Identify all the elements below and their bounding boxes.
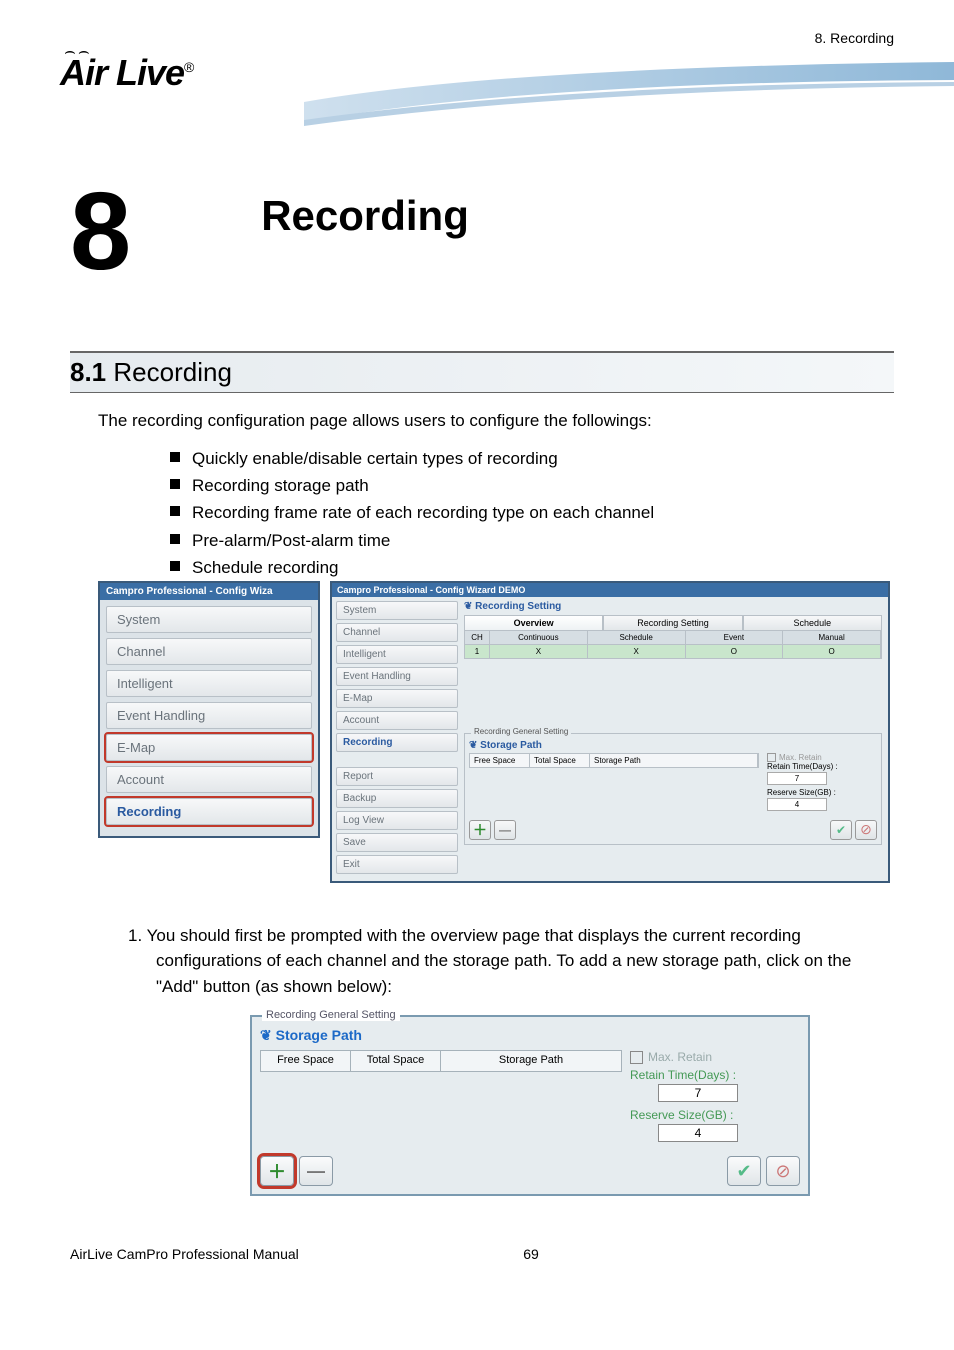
nav-exit[interactable]: Exit xyxy=(336,855,458,874)
storage-path-table-header: Free Space Total Space Storage Path xyxy=(469,753,759,768)
tab-schedule[interactable]: Schedule xyxy=(743,615,882,631)
check-icon: ✔ xyxy=(836,823,846,837)
reserve-size-label: Reserve Size(GB) : xyxy=(630,1108,800,1122)
bullet-item: Schedule recording xyxy=(170,554,894,581)
sidebar-item-recording[interactable]: Recording xyxy=(106,798,312,825)
nav-system[interactable]: System xyxy=(336,601,458,620)
reserve-size-label: Reserve Size(GB) : xyxy=(767,788,877,797)
header-swoosh xyxy=(304,62,954,132)
nav-logview[interactable]: Log View xyxy=(336,811,458,830)
recording-setting-heading: ❦ Recording Setting xyxy=(464,601,882,612)
max-retain-checkbox[interactable]: Max. Retain xyxy=(767,753,877,762)
nav-report[interactable]: Report xyxy=(336,767,458,786)
reserve-size-field[interactable]: 4 xyxy=(767,798,827,811)
breadcrumb: 8. Recording xyxy=(70,30,894,46)
storage-path-detail-screenshot: Recording General Setting ❦ Storage Path… xyxy=(250,1015,810,1196)
config-nav: System Channel Intelligent Event Handlin… xyxy=(332,597,462,881)
sidebar-item-event-handling[interactable]: Event Handling xyxy=(106,702,312,729)
check-icon: ✔ xyxy=(736,1161,751,1182)
nav-recording[interactable]: Recording xyxy=(336,733,458,752)
tab-recording-setting[interactable]: Recording Setting xyxy=(603,615,742,631)
reserve-size-field[interactable]: 4 xyxy=(658,1124,738,1142)
window-titlebar: Campro Professional - Config Wizard DEMO xyxy=(332,583,888,597)
window-titlebar: Campro Professional - Config Wiza xyxy=(100,583,318,600)
general-setting-group: Recording General Setting ❦ Storage Path… xyxy=(464,733,882,845)
config-screenshot: Campro Professional - Config Wizard DEMO… xyxy=(330,581,890,883)
numbered-paragraph: 1. You should first be prompted with the… xyxy=(128,923,864,1000)
add-button[interactable]: ＋ xyxy=(469,820,491,840)
tabs: Overview Recording Setting Schedule xyxy=(464,615,882,631)
retain-days-field[interactable]: 7 xyxy=(767,772,827,785)
nav-intelligent[interactable]: Intelligent xyxy=(336,645,458,664)
bullet-item: Recording frame rate of each recording t… xyxy=(170,499,894,526)
sidebar-item-emap[interactable]: E-Map xyxy=(106,734,312,761)
apply-button[interactable]: ✔ xyxy=(830,820,852,840)
footer: AirLive CamPro Professional Manual 69 xyxy=(70,1246,894,1262)
max-retain-checkbox[interactable]: Max. Retain xyxy=(630,1050,800,1064)
bullet-item: Pre-alarm/Post-alarm time xyxy=(170,527,894,554)
nav-save[interactable]: Save xyxy=(336,833,458,852)
remove-button[interactable]: — xyxy=(299,1156,333,1186)
sidebar-item-system[interactable]: System xyxy=(106,606,312,633)
storage-path-table-header: Free Space Total Space Storage Path xyxy=(260,1050,622,1072)
bullet-item: Recording storage path xyxy=(170,472,894,499)
nav-backup[interactable]: Backup xyxy=(336,789,458,808)
minus-icon: — xyxy=(499,823,511,837)
apply-button[interactable]: ✔ xyxy=(727,1156,761,1186)
storage-path-title: ❦ Storage Path xyxy=(260,1027,800,1044)
cancel-button[interactable]: ⊘ xyxy=(766,1156,800,1186)
storage-path-heading: ❦ Storage Path xyxy=(469,740,877,751)
cancel-icon: ⊘ xyxy=(860,821,872,838)
bullet-list: Quickly enable/disable certain types of … xyxy=(170,445,894,581)
chapter-number: 8 xyxy=(70,182,131,281)
logo: ⌢⌢ Air Live® xyxy=(60,46,193,94)
remove-button[interactable]: — xyxy=(494,820,516,840)
nav-account[interactable]: Account xyxy=(336,711,458,730)
table-header: CH Continuous Schedule Event Manual xyxy=(464,631,882,645)
nav-emap[interactable]: E-Map xyxy=(336,689,458,708)
cancel-button[interactable]: ⊘ xyxy=(855,820,877,840)
nav-channel[interactable]: Channel xyxy=(336,623,458,642)
tab-overview[interactable]: Overview xyxy=(464,615,603,631)
cancel-icon: ⊘ xyxy=(775,1161,790,1182)
retain-days-label: Retain Time(Days) : xyxy=(630,1068,800,1082)
bullet-item: Quickly enable/disable certain types of … xyxy=(170,445,894,472)
plus-icon: ＋ xyxy=(473,820,487,840)
intro-text: The recording configuration page allows … xyxy=(98,411,894,431)
sidebar-item-intelligent[interactable]: Intelligent xyxy=(106,670,312,697)
footer-page: 69 xyxy=(523,1246,605,1262)
plus-icon: ＋ xyxy=(268,1158,286,1184)
retain-days-label: Retain Time(Days) : xyxy=(767,762,877,771)
table-row[interactable]: 1 X X O O xyxy=(464,645,882,659)
header: ⌢⌢ Air Live® xyxy=(70,52,894,152)
sidebar-item-account[interactable]: Account xyxy=(106,766,312,793)
sidebar-screenshot: Campro Professional - Config Wiza System… xyxy=(98,581,320,838)
add-button[interactable]: ＋ xyxy=(260,1156,294,1186)
general-setting-legend: Recording General Setting xyxy=(471,727,571,736)
footer-title: AirLive CamPro Professional Manual xyxy=(70,1246,523,1262)
section-heading: 8.1 Recording xyxy=(70,351,894,393)
chapter-title: Recording xyxy=(261,192,469,240)
nav-event-handling[interactable]: Event Handling xyxy=(336,667,458,686)
minus-icon: — xyxy=(307,1161,325,1182)
retain-days-field[interactable]: 7 xyxy=(658,1084,738,1102)
detail-legend: Recording General Setting xyxy=(262,1009,400,1021)
sidebar-item-channel[interactable]: Channel xyxy=(106,638,312,665)
